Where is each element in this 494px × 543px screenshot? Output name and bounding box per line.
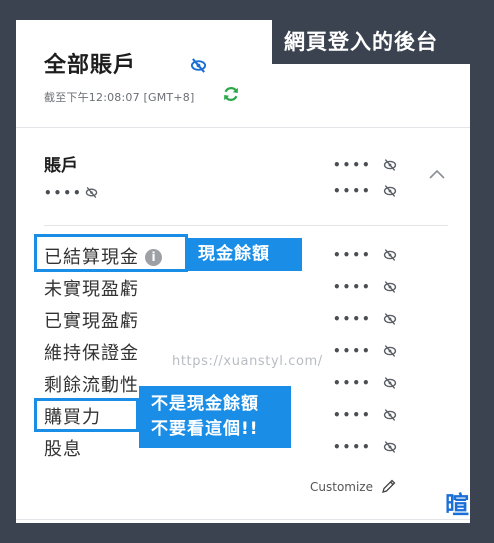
row-value-masked: ••••	[333, 344, 372, 358]
row-value-masked: ••••	[333, 440, 372, 454]
account-value2-masked: ••••	[333, 184, 372, 198]
row-label-maintenance-margin: 維持保證金	[44, 343, 139, 364]
eye-off-icon[interactable]	[383, 440, 397, 454]
overlay-caption: 網頁登入的後台	[272, 20, 474, 64]
page-title: 全部賬戶	[44, 53, 137, 78]
eye-off-icon[interactable]	[383, 408, 397, 422]
warning-annotation: 不是現金餘額 不要看這個!!	[139, 386, 291, 448]
header-separator	[16, 127, 470, 128]
refresh-icon[interactable]	[222, 85, 240, 103]
section-divider	[44, 225, 448, 226]
row-value-masked: ••••	[333, 280, 372, 294]
account-number-eye-off-icon[interactable]	[85, 186, 98, 199]
row-value-masked: ••••	[333, 408, 372, 422]
row-value-masked: ••••	[333, 376, 372, 390]
cash-balance-annotation: 現金餘額	[188, 238, 302, 271]
account-section-label: 賬戶	[44, 156, 78, 176]
eye-off-icon[interactable]	[383, 376, 397, 390]
warning-line-2: 不要看這個!!	[151, 419, 259, 439]
account-number-masked: ••••	[44, 186, 83, 200]
row-value-masked: ••••	[333, 248, 372, 262]
brand-logo: 暄	[445, 491, 469, 519]
as-of-timestamp: 截至下午12:08:07 [GMT+8]	[44, 91, 195, 104]
footer-separator	[16, 519, 470, 520]
eye-off-icon[interactable]	[383, 344, 397, 358]
collapse-chevron-up-icon[interactable]	[428, 168, 446, 180]
row-label-unrealized-pnl: 未實現盈虧	[44, 279, 139, 300]
row-label-dividends: 股息	[44, 439, 82, 460]
account-value2-eye-off-icon[interactable]	[383, 184, 397, 198]
eye-off-icon[interactable]	[383, 248, 397, 262]
pencil-icon[interactable]	[381, 478, 397, 494]
row-label-realized-pnl: 已實現盈虧	[44, 311, 139, 332]
account-value-eye-off-icon[interactable]	[383, 158, 397, 172]
account-value-masked: ••••	[333, 158, 372, 172]
buying-power-highlight-box	[34, 398, 139, 432]
customize-link[interactable]: Customize	[310, 480, 373, 494]
row-label-excess-liquidity: 剩餘流動性	[44, 375, 139, 396]
eye-off-icon[interactable]	[383, 312, 397, 326]
hide-values-icon[interactable]	[190, 57, 207, 74]
watermark-url: https://xuanstyl.com/	[172, 354, 323, 369]
eye-off-icon[interactable]	[383, 280, 397, 294]
settled-cash-highlight-box	[34, 234, 188, 272]
row-value-masked: ••••	[333, 312, 372, 326]
warning-line-1: 不是現金餘額	[151, 394, 259, 414]
